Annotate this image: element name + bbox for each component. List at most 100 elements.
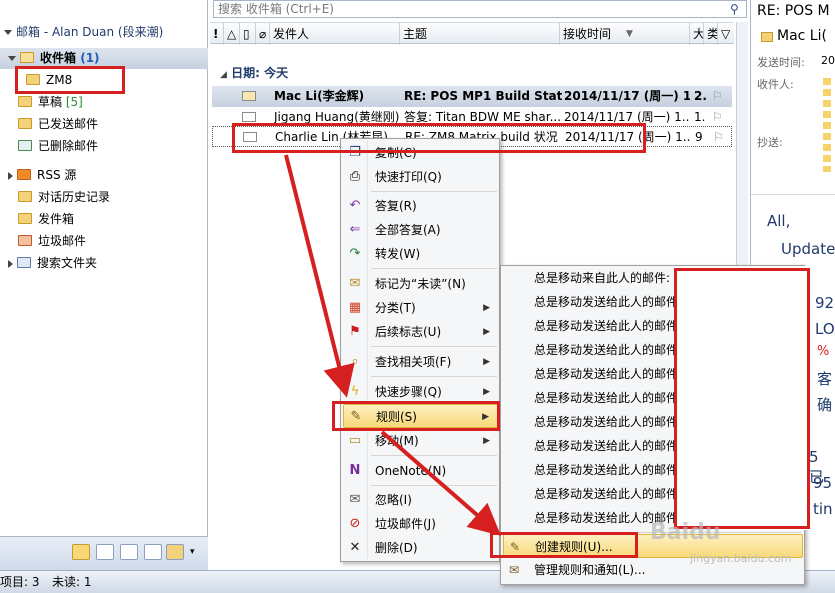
recycle-icon [18,140,32,151]
folder-icon [26,74,40,85]
menu-onenote[interactable]: N OneNote(N) [343,459,498,483]
menu-ignore[interactable]: ✉ 忽略(I) [343,488,498,512]
collapse-group-icon[interactable]: ◢ [220,70,227,80]
reminder-column[interactable]: △ [224,23,240,45]
contacts-nav-icon[interactable] [120,544,138,560]
forward-icon: ↷ [349,246,361,261]
rule-move-sent-to[interactable]: 总是移动发送给此人的邮件 [534,458,678,482]
redaction-block [675,266,809,530]
collapse-icon[interactable] [4,30,12,35]
search-icon[interactable]: ⚲ [730,2,739,16]
folder-outbox[interactable]: 发件箱 [18,209,74,230]
rule-move-sent-to[interactable]: 总是移动发送给此人的邮件 [534,290,678,314]
folder-history[interactable]: 对话历史记录 [18,187,110,208]
flag-icon[interactable]: ⚐ [712,107,723,128]
flag-icon[interactable]: ⚐ [712,86,723,107]
junk-icon: ⊘ [349,516,361,531]
folder-search[interactable]: 搜索文件夹 [8,253,97,274]
menu-separator [371,376,497,377]
move-icon: ▭ [348,433,362,448]
rule-move-sent-to[interactable]: 总是移动发送给此人的邮件 [534,410,678,434]
watermark-site: jingyan.baidu.com [690,552,792,565]
sender-name[interactable]: Mac Li( [777,28,827,44]
rule-move-from-sender[interactable]: 总是移动来自此人的邮件: [534,266,670,290]
menu-copy[interactable]: ❐ 复制(C) [343,141,498,165]
configure-buttons-icon[interactable]: ▾ [190,547,195,557]
submenu-arrow-icon: ▶ [483,387,490,397]
menu-mark-unread[interactable]: ✉ 标记为“未读”(N) [343,272,498,296]
message-list-header: ! △ ▯ ⌀ 发件人 主题 接收时间 ▼ 大 类 ▽ [210,22,734,45]
rule-move-sent-to[interactable]: 总是移动发送给此人的邮件 [534,314,678,338]
folder-nav-icon[interactable] [166,544,184,560]
header-divider [751,194,835,195]
mail-nav-icon[interactable] [72,544,90,560]
folder-junk[interactable]: 垃圾邮件 [18,231,86,252]
sent-label: 发送时间: [757,56,805,69]
recipient-status-icons [823,78,831,172]
menu-move[interactable]: ▭ 移动(M) ▶ [343,429,498,453]
importance-column[interactable]: ! [210,23,224,45]
menu-categorize[interactable]: ▦ 分类(T) ▶ [343,296,498,320]
menu-find-related[interactable]: ⌕ 查找相关项(F) ▶ [343,350,498,374]
menu-separator [371,455,497,456]
message-title: RE: POS M [757,3,830,19]
folder-icon [20,52,34,63]
outbox-icon [18,213,32,224]
menu-reply-all[interactable]: ⇐ 全部答复(A) [343,218,498,242]
menu-junk[interactable]: ⊘ 垃圾邮件(J) ▶ [343,512,498,536]
folder-sent[interactable]: 已发送邮件 [18,114,98,135]
attachment-column[interactable]: ⌀ [256,23,270,45]
menu-separator [371,268,497,269]
submenu-arrow-icon: ▶ [483,357,490,367]
menu-reply[interactable]: ↶ 答复(R) [343,194,498,218]
rule-move-sent-to[interactable]: 总是移动发送给此人的邮件 [534,338,678,362]
collapse-icon[interactable] [8,56,16,61]
tasks-nav-icon[interactable] [144,544,162,560]
menu-delete[interactable]: ✕ 删除(D) [343,536,498,560]
expand-icon[interactable] [8,171,13,180]
folder-deleted[interactable]: 已删除邮件 [18,136,98,157]
group-header-today[interactable]: ◢ 日期: 今天 [220,64,288,81]
message-row[interactable]: Mac Li(李金辉) RE: POS MP1 Build Stat... 20… [212,86,732,107]
category-column-header[interactable]: 类 [704,23,718,45]
body-update: Update [781,240,835,258]
flag-icon[interactable]: ⚐ [713,127,724,146]
rule-move-sent-to[interactable]: 总是移动发送给此人的邮件 [534,362,678,386]
flag-icon: ⚑ [349,324,361,339]
menu-forward[interactable]: ↷ 转发(W) [343,242,498,266]
categorize-icon: ▦ [348,300,362,315]
menu-follow-up[interactable]: ⚑ 后续标志(U) ▶ [343,320,498,344]
sort-desc-icon: ▼ [626,29,633,39]
icon-column[interactable]: ▯ [240,23,256,45]
folder-zm8[interactable]: ZM8 [26,70,72,91]
submenu-arrow-icon: ▶ [482,412,489,422]
menu-rules[interactable]: ✎ 规则(S) ▶ [343,404,498,428]
find-related-icon: ⌕ [351,354,359,369]
mailbox-account[interactable]: 邮箱 - Alan Duan (段来潮) [4,22,163,43]
folder-pane: 邮箱 - Alan Duan (段来潮) 收件箱 (1) ZM8 草稿 [5] … [0,0,208,570]
print-icon: ⎙ [349,169,361,184]
menu-quick-steps[interactable]: ϟ 快速步骤(Q) ▶ [343,380,498,404]
body-fragment: 92 [815,294,835,312]
from-column-header[interactable]: 发件人 [270,23,400,45]
sender-status-icon [761,32,773,42]
rule-move-sent-to[interactable]: 总是移动发送给此人的邮件 [534,482,678,506]
manage-rules-icon: ✉ [509,563,520,577]
create-rule-icon: ✎ [510,540,521,554]
folder-drafts[interactable]: 草稿 [5] [18,92,83,113]
folder-rss[interactable]: RSS 源 [8,165,76,186]
search-input[interactable]: 搜索 收件箱 (Ctrl+E) [213,0,747,18]
message-row[interactable]: Jigang Huang(黄继刚) 答复: Titan BDW ME shar.… [212,107,732,128]
menu-quick-print[interactable]: ⎙ 快速打印(Q) [343,165,498,189]
calendar-nav-icon[interactable] [96,544,114,560]
size-column-header[interactable]: 大 [690,23,704,45]
body-fragment: 确 [817,396,833,414]
cc-label: 抄送: [757,136,783,149]
expand-icon[interactable] [8,259,13,268]
folder-inbox[interactable]: 收件箱 (1) [0,48,208,69]
rule-move-sent-to[interactable]: 总是移动发送给此人的邮件 [534,434,678,458]
received-column-header[interactable]: 接收时间 ▼ [560,23,690,45]
rule-move-sent-to[interactable]: 总是移动发送给此人的邮件 [534,386,678,410]
subject-column-header[interactable]: 主题 [400,23,560,45]
flag-column-header[interactable]: ▽ [718,23,734,45]
